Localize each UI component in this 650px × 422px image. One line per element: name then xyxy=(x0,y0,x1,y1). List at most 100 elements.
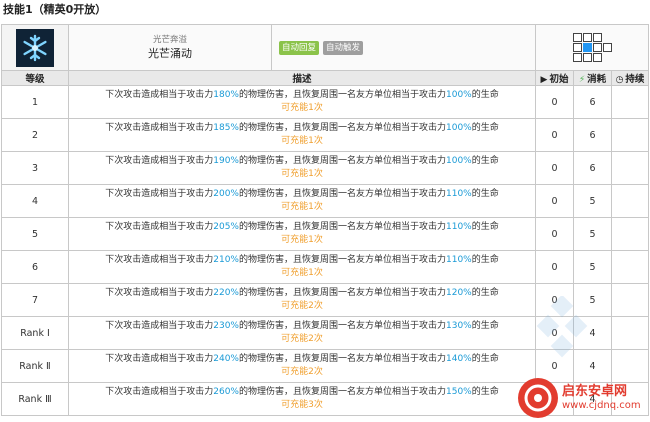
range-tile xyxy=(592,43,602,52)
desc-part3: 的生命 xyxy=(471,156,499,166)
row-duration xyxy=(610,151,650,185)
desc-part1: 下次攻击造成相当于攻击力 xyxy=(105,222,214,232)
range-tile-empty xyxy=(603,53,612,62)
bolt-icon: ⚡ xyxy=(578,75,586,85)
desc-part2: 的物理伤害，且恢复周围一名友方单位相当于攻击力 xyxy=(238,354,446,364)
desc-part2: 的物理伤害，且恢复周围一名友方单位相当于攻击力 xyxy=(238,156,446,166)
col-initial: ▶ 初始 xyxy=(535,70,574,86)
desc-part2: 的物理伤害，且恢复周围一名友方单位相当于攻击力 xyxy=(238,222,446,232)
row-initial: 0 xyxy=(535,250,574,284)
row-initial: 0 xyxy=(535,85,574,119)
desc-part3: 的生命 xyxy=(471,387,499,397)
range-tile xyxy=(572,53,582,62)
range-tile xyxy=(592,33,602,42)
attack-range-cell xyxy=(534,24,650,71)
desc-part2: 的物理伤害，且恢复周围一名友方单位相当于攻击力 xyxy=(238,189,446,199)
site-watermark: 启东安卓网 www.cjdnq.com xyxy=(518,374,648,422)
row-charges: 可充能1次 xyxy=(281,235,323,245)
row-effect-text: 下次攻击造成相当于攻击力190%的物理伤害，且恢复周围一名友方单位相当于攻击力1… xyxy=(69,155,535,168)
row-initial: 0 xyxy=(535,217,574,251)
heal-percent: 110% xyxy=(446,222,472,232)
skill-header-row: 光芒奔溢 光芒涌动 自动回复 自动触发 xyxy=(1,24,650,71)
desc-part3: 的生命 xyxy=(471,90,499,100)
skill-tags-cell: 自动回复 自动触发 xyxy=(271,24,536,71)
row-cost: 5 xyxy=(573,184,612,218)
desc-part2: 的物理伤害，且恢复周围一名友方单位相当于攻击力 xyxy=(238,90,446,100)
row-description: 下次攻击造成相当于攻击力190%的物理伤害，且恢复周围一名友方单位相当于攻击力1… xyxy=(68,151,536,185)
desc-part1: 下次攻击造成相当于攻击力 xyxy=(105,387,214,397)
table-row: 1 下次攻击造成相当于攻击力180%的物理伤害，且恢复周围一名友方单位相当于攻击力… xyxy=(1,85,650,119)
row-effect-text: 下次攻击造成相当于攻击力230%的物理伤害，且恢复周围一名友方单位相当于攻击力1… xyxy=(69,320,535,333)
desc-part1: 下次攻击造成相当于攻击力 xyxy=(105,189,214,199)
atk-percent: 230% xyxy=(213,321,239,331)
range-tile xyxy=(592,53,602,62)
row-level: 2 xyxy=(1,118,69,152)
desc-part3: 的生命 xyxy=(471,222,499,232)
watermark-logo-icon xyxy=(518,378,558,418)
desc-part3: 的生命 xyxy=(471,288,499,298)
desc-part2: 的物理伤害，且恢复周围一名友方单位相当于攻击力 xyxy=(238,123,446,133)
range-tile xyxy=(582,33,592,42)
column-header-row: 等级 描述 ▶ 初始 ⚡ 消耗 ◷ 持续 xyxy=(1,70,650,86)
desc-part2: 的物理伤害，且恢复周围一名友方单位相当于攻击力 xyxy=(238,288,446,298)
row-effect-text: 下次攻击造成相当于攻击力200%的物理伤害，且恢复周围一名友方单位相当于攻击力1… xyxy=(69,188,535,201)
atk-percent: 205% xyxy=(213,222,239,232)
table-row: 6 下次攻击造成相当于攻击力210%的物理伤害，且恢复周围一名友方单位相当于攻击力… xyxy=(1,250,650,284)
row-initial: 0 xyxy=(535,118,574,152)
col-description: 描述 xyxy=(68,70,536,86)
col-level: 等级 xyxy=(1,70,69,86)
row-initial: 0 xyxy=(535,184,574,218)
table-row: 5 下次攻击造成相当于攻击力205%的物理伤害，且恢复周围一名友方单位相当于攻击力… xyxy=(1,217,650,251)
range-tile-self xyxy=(582,43,592,52)
row-level: 4 xyxy=(1,184,69,218)
row-level: Rank Ⅰ xyxy=(1,316,69,350)
heal-percent: 110% xyxy=(446,189,472,199)
desc-part1: 下次攻击造成相当于攻击力 xyxy=(105,156,214,166)
play-icon: ▶ xyxy=(540,75,548,85)
row-description: 下次攻击造成相当于攻击力180%的物理伤害，且恢复周围一名友方单位相当于攻击力1… xyxy=(68,85,536,119)
row-duration xyxy=(610,316,650,350)
heal-percent: 150% xyxy=(446,387,472,397)
clock-icon: ◷ xyxy=(615,75,624,85)
row-duration xyxy=(610,250,650,284)
row-duration xyxy=(610,85,650,119)
range-tile xyxy=(582,53,592,62)
atk-percent: 260% xyxy=(213,387,239,397)
page-title: 技能1（精英0开放） xyxy=(3,3,107,16)
desc-part3: 的生命 xyxy=(471,255,499,265)
watermark-url: www.cjdnq.com xyxy=(562,400,641,411)
col-duration: ◷ 持续 xyxy=(610,70,650,86)
heal-percent: 140% xyxy=(446,354,472,364)
diamond-decoration xyxy=(536,296,588,358)
row-charges: 可充能3次 xyxy=(281,400,323,410)
atk-percent: 185% xyxy=(213,123,239,133)
row-duration xyxy=(610,184,650,218)
row-description: 下次攻击造成相当于攻击力185%的物理伤害，且恢复周围一名友方单位相当于攻击力1… xyxy=(68,118,536,152)
row-cost: 6 xyxy=(573,151,612,185)
skill-name-cell: 光芒奔溢 光芒涌动 xyxy=(68,24,272,71)
row-charges: 可充能1次 xyxy=(281,169,323,179)
row-effect-text: 下次攻击造成相当于攻击力240%的物理伤害，且恢复周围一名友方单位相当于攻击力1… xyxy=(69,353,535,366)
desc-part1: 下次攻击造成相当于攻击力 xyxy=(105,321,214,331)
desc-part1: 下次攻击造成相当于攻击力 xyxy=(105,354,214,364)
heal-percent: 100% xyxy=(446,90,472,100)
row-cost: 5 xyxy=(573,250,612,284)
row-effect-text: 下次攻击造成相当于攻击力185%的物理伤害，且恢复周围一名友方单位相当于攻击力1… xyxy=(69,122,535,135)
row-duration xyxy=(610,283,650,317)
row-level: 1 xyxy=(1,85,69,119)
row-initial: 0 xyxy=(535,151,574,185)
desc-part3: 的生命 xyxy=(471,123,499,133)
range-tile xyxy=(602,43,612,52)
skill-name: 光芒涌动 xyxy=(148,46,192,60)
row-charges: 可充能1次 xyxy=(281,202,323,212)
tag-auto-trigger: 自动触发 xyxy=(323,40,364,55)
heal-percent: 120% xyxy=(446,288,472,298)
row-description: 下次攻击造成相当于攻击力230%的物理伤害，且恢复周围一名友方单位相当于攻击力1… xyxy=(68,316,536,350)
row-duration xyxy=(610,118,650,152)
row-description: 下次攻击造成相当于攻击力210%的物理伤害，且恢复周围一名友方单位相当于攻击力1… xyxy=(68,250,536,284)
atk-percent: 180% xyxy=(213,90,239,100)
col-duration-label: 持续 xyxy=(625,74,645,85)
skill-icon-cell xyxy=(1,24,69,71)
row-effect-text: 下次攻击造成相当于攻击力220%的物理伤害，且恢复周围一名友方单位相当于攻击力1… xyxy=(69,287,535,300)
range-tile xyxy=(572,43,582,52)
